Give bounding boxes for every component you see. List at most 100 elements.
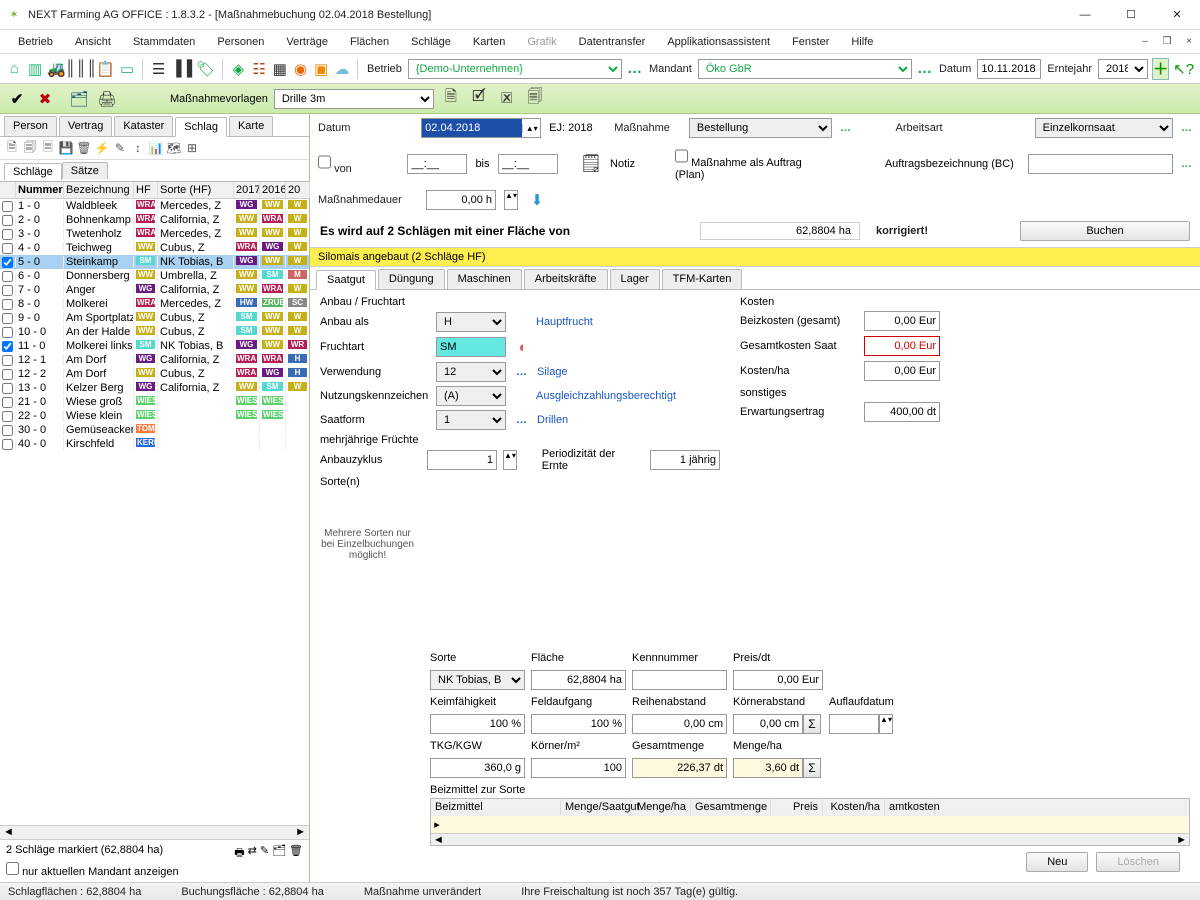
left-tool6-icon[interactable]: ⊞ [184, 140, 200, 156]
table-row[interactable]: 12 - 1Am DorfWGCalifornia, ZWRAWRAH [0, 353, 309, 367]
grid-scrollbar[interactable]: ◄► [0, 825, 309, 839]
doc-icon[interactable]: 🗎 [440, 88, 462, 110]
row-checkbox[interactable] [2, 299, 13, 310]
inp-auf[interactable] [829, 714, 879, 734]
dt-maschinen[interactable]: Maschinen [447, 269, 522, 289]
dauer-arrow-icon[interactable]: ⬇ [526, 189, 548, 211]
subtab-saetze[interactable]: Sätze [62, 162, 108, 179]
minimize-button[interactable]: — [1062, 0, 1108, 30]
left-del-icon[interactable]: 🗑 [76, 140, 92, 156]
cmb-arbeitsart[interactable]: Einzelkornsaat [1035, 118, 1173, 138]
left-tool4-icon[interactable]: 📊 [148, 140, 164, 156]
row-checkbox[interactable] [2, 439, 13, 450]
table-row[interactable]: 22 - 0Wiese kleinWIESWIESWIES [0, 409, 309, 423]
doc-check-icon[interactable]: 🗹 [468, 88, 490, 110]
menu-datentransfer[interactable]: Datentransfer [571, 33, 654, 51]
menu-vertraege[interactable]: Verträge [278, 33, 336, 51]
menu-schlaege[interactable]: Schläge [403, 33, 459, 51]
inp-kornm[interactable] [531, 758, 626, 778]
inp-mha[interactable] [733, 758, 803, 778]
table-row[interactable]: 1 - 0WaldbleekWRAMercedes, ZWGWWW [0, 199, 309, 213]
row-checkbox[interactable] [2, 313, 13, 324]
inp-fruchtart[interactable] [436, 337, 506, 357]
target-icon[interactable]: ◉ [292, 58, 309, 80]
close-button[interactable]: ✕ [1154, 0, 1200, 30]
left-tool1-icon[interactable]: ⚡ [94, 140, 110, 156]
columns-icon[interactable]: ▐▐ [171, 58, 192, 80]
left-new-icon[interactable]: 🗎 [4, 140, 20, 156]
menu-flaechen[interactable]: Flächen [342, 33, 397, 51]
betrieb-combo[interactable]: {Demo-Unternehmen} [408, 59, 622, 79]
table-row[interactable]: 13 - 0Kelzer BergWGCalifornia, ZWWSMW [0, 381, 309, 395]
mdi-restore[interactable]: ❐ [1156, 31, 1178, 53]
link-silage[interactable]: Silage [537, 366, 568, 378]
row-checkbox[interactable] [2, 243, 13, 254]
link-ausgleich[interactable]: Ausgleichzahlungsberechtigt [536, 390, 676, 402]
table-row[interactable]: 12 - 2Am DorfWWCubus, ZWRAWGH [0, 367, 309, 381]
tag-icon[interactable]: 🏷 [196, 58, 215, 80]
doc-x-icon[interactable]: 🗷 [496, 88, 518, 110]
dt-lager[interactable]: Lager [610, 269, 660, 289]
print-icon[interactable]: 🖨 [96, 88, 118, 110]
inp-reihen[interactable] [632, 714, 727, 734]
help-cursor-icon[interactable]: ↖? [1173, 58, 1194, 80]
buchen-button[interactable]: Buchen [1020, 221, 1190, 241]
cmb-anbau-als[interactable]: H [436, 312, 506, 332]
table-row[interactable]: 21 - 0Wiese großWIESWIESWIES [0, 395, 309, 409]
left-save-icon[interactable]: 💾 [58, 140, 74, 156]
dt-saatgut[interactable]: Saatgut [316, 270, 376, 290]
row-checkbox[interactable] [2, 327, 13, 338]
table-row[interactable]: 3 - 0TwetenholzWRAMercedes, ZWWWWW [0, 227, 309, 241]
arbeitsart-dots[interactable]: … [1181, 122, 1192, 134]
cloud-icon[interactable]: ☁ [334, 58, 351, 80]
inp-preisdt[interactable] [733, 670, 823, 690]
col-2017[interactable]: 2017 [234, 182, 260, 198]
verwendung-dots[interactable]: … [516, 366, 527, 378]
betrieb-dots[interactable]: … [626, 58, 643, 80]
check-icon[interactable]: ✔ [6, 88, 28, 110]
dt-arbeitskraefte[interactable]: Arbeitskräfte [524, 269, 608, 289]
inp-anbauzyklus[interactable] [427, 450, 497, 470]
note-icon[interactable]: 🗒 [580, 153, 602, 175]
menu-betrieb[interactable]: Betrieb [10, 33, 61, 51]
card-icon[interactable]: ▭ [119, 58, 136, 80]
sigma-mha[interactable]: Σ [803, 758, 821, 778]
table-row[interactable]: 40 - 0KirschfeldKERN [0, 437, 309, 451]
menu-ansicht[interactable]: Ansicht [67, 33, 119, 51]
tab-person[interactable]: Person [4, 116, 57, 136]
fruchtart-picker-icon[interactable]: ◐ [512, 336, 534, 358]
col-2016[interactable]: 2016 [260, 182, 286, 198]
lf-ico2[interactable]: ⇄ [248, 844, 257, 863]
inp-datum[interactable] [422, 119, 522, 137]
mandant-dots[interactable]: … [916, 58, 933, 80]
erntejahr-combo[interactable]: 2018 [1098, 59, 1148, 79]
inp-erwartungsertrag[interactable] [864, 402, 940, 422]
row-checkbox[interactable] [2, 383, 13, 394]
menu-applikationsassistent[interactable]: Applikationsassistent [659, 33, 778, 51]
massnahme-dots[interactable]: … [840, 122, 851, 134]
tractor-icon[interactable]: 🚜 [47, 58, 66, 80]
link-hauptfrucht[interactable]: Hauptfrucht [536, 316, 593, 328]
lf-ico3[interactable]: ✎ [260, 844, 269, 863]
col-nummer[interactable]: Nummer [16, 182, 64, 198]
inp-gesamtkosten[interactable] [864, 336, 940, 356]
cmb-sorte[interactable]: NK Tobias, B [430, 670, 525, 690]
inp-dauer[interactable] [426, 190, 496, 210]
inp-feld[interactable] [531, 714, 626, 734]
row-checkbox[interactable] [2, 355, 13, 366]
inp-korn[interactable] [733, 714, 803, 734]
row-checkbox[interactable] [2, 285, 13, 296]
beizmittel-row[interactable]: ▸ [431, 815, 1189, 833]
inp-beizkosten[interactable] [864, 311, 940, 331]
mdi-minimize[interactable]: – [1134, 31, 1156, 53]
row-checkbox[interactable] [2, 229, 13, 240]
row-checkbox[interactable] [2, 215, 13, 226]
calendar-icon[interactable]: ☷ [251, 58, 268, 80]
row-checkbox[interactable] [2, 257, 13, 268]
cmb-nutzungskennzeichen[interactable]: (A) [436, 386, 506, 406]
cb-von[interactable]: von [318, 163, 352, 175]
cmb-verwendung[interactable]: 12 [436, 362, 506, 382]
truck-icon[interactable]: ▣ [313, 58, 330, 80]
beizmittel-scrollbar[interactable]: ◄► [431, 833, 1189, 845]
link-drillen[interactable]: Drillen [537, 414, 568, 426]
